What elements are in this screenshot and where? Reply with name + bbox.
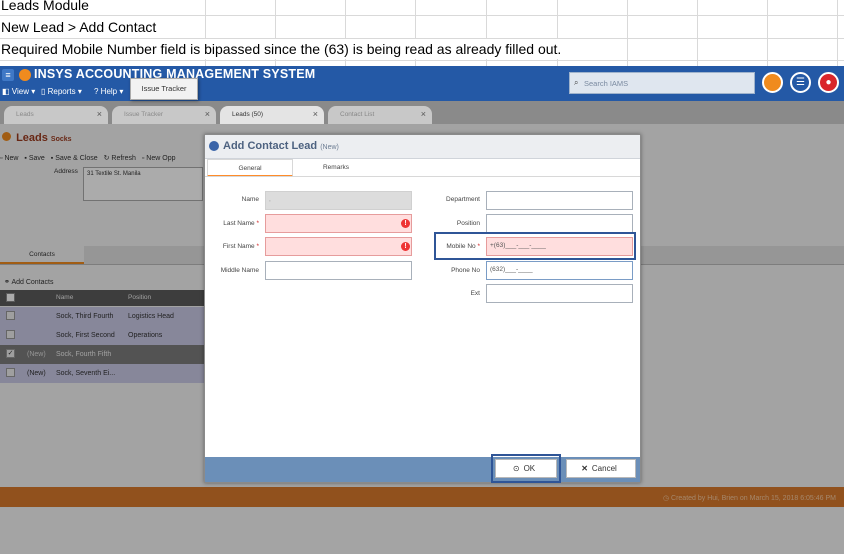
cancel-button[interactable]: ✕ Cancel xyxy=(566,459,636,478)
dialog-title-tag: (New) xyxy=(320,144,339,151)
close-icon[interactable]: × xyxy=(205,109,210,119)
error-icon: ! xyxy=(401,219,410,228)
ok-button[interactable]: ⊙ OK xyxy=(495,459,557,478)
check-circle-icon: ⊙ xyxy=(512,464,520,473)
menu-view-label: View xyxy=(11,87,29,96)
search-icon: ⌕ xyxy=(574,78,579,87)
position-label: Position xyxy=(410,220,480,227)
tab-general[interactable]: General xyxy=(207,159,293,177)
search-input[interactable]: ⌕ Search IAMS xyxy=(569,72,755,94)
department-label-text: Department xyxy=(446,196,480,203)
tab-leads-50[interactable]: Leads (50) × xyxy=(220,106,324,124)
close-icon[interactable]: × xyxy=(97,109,102,119)
gridline xyxy=(0,15,844,16)
position-label-text: Position xyxy=(456,220,480,227)
name-label: Name xyxy=(189,196,259,203)
close-icon[interactable]: × xyxy=(421,109,426,119)
issue-tracker-tooltip: Issue Tracker xyxy=(130,78,198,100)
middle-name-label: Middle Name xyxy=(189,267,259,274)
tab-divider xyxy=(205,176,640,177)
search-placeholder: Search IAMS xyxy=(584,79,629,88)
tab-label: Issue Tracker xyxy=(124,111,164,118)
gridline xyxy=(0,60,844,61)
app-window: Leads Socks ▫ New ▪ Save ▪ Save & Close … xyxy=(0,66,844,554)
tab-label: Leads (50) xyxy=(232,111,264,118)
first-name-input[interactable] xyxy=(265,237,412,256)
required-mark: * xyxy=(256,243,259,250)
menu-reports[interactable]: ▯ Reports ▾ xyxy=(41,87,82,96)
position-input[interactable] xyxy=(486,214,633,233)
cancel-label: Cancel xyxy=(591,464,617,473)
first-name-label: First Name * xyxy=(189,243,259,250)
history-icon[interactable] xyxy=(762,72,783,93)
dialog-title: Add Contact Lead (New) xyxy=(223,140,339,152)
user-icon[interactable]: ● xyxy=(818,72,839,93)
mobile-no-label: Mobile No * xyxy=(410,243,480,250)
x-icon: ✕ xyxy=(581,464,588,473)
name-label-text: Name xyxy=(241,196,259,203)
ok-label: OK xyxy=(523,464,536,473)
menu-reports-label: Reports xyxy=(47,87,76,96)
cell-description[interactable]: Required Mobile Number field is bipassed… xyxy=(1,39,565,59)
cell-module[interactable]: Leads Module xyxy=(1,0,92,15)
name-field: , xyxy=(265,191,412,210)
mobile-no-label-text: Mobile No xyxy=(446,243,476,250)
cell-path[interactable]: New Lead > Add Contact xyxy=(1,17,160,37)
tab-label: Leads xyxy=(16,111,34,118)
close-icon[interactable]: × xyxy=(313,109,318,119)
menu-help[interactable]: ? Help ▾ xyxy=(94,87,123,96)
error-icon: ! xyxy=(401,242,410,251)
spreadsheet: Leads Module New Lead > Add Contact Requ… xyxy=(0,0,844,554)
ext-input[interactable] xyxy=(486,284,633,303)
app-header: ≡ INSYS ACCOUNTING MANAGEMENT SYSTEM ◧ V… xyxy=(0,66,844,101)
dialog-title-text: Add Contact Lead xyxy=(223,140,318,152)
phone-no-label: Phone No xyxy=(410,267,480,274)
dialog-header: Add Contact Lead (New) xyxy=(205,135,640,159)
tab-strip: Leads × Issue Tracker × Leads (50) × Con… xyxy=(0,101,844,124)
last-name-label: Last Name * xyxy=(189,220,259,227)
last-name-input[interactable] xyxy=(265,214,412,233)
add-contact-dialog: Add Contact Lead (New) General Remarks N… xyxy=(204,134,641,483)
contact-globe-icon xyxy=(209,141,219,151)
required-mark: * xyxy=(477,243,480,250)
required-mark: * xyxy=(256,220,259,227)
ext-label: Ext xyxy=(410,290,480,297)
tab-issue-tracker[interactable]: Issue Tracker × xyxy=(112,106,216,124)
tab-remarks[interactable]: Remarks xyxy=(293,159,379,177)
menu-view[interactable]: ◧ View ▾ xyxy=(2,87,35,96)
view-icon: ◧ xyxy=(2,87,12,96)
tab-label: Contact List xyxy=(340,111,375,118)
middle-name-input[interactable] xyxy=(265,261,412,280)
menu-help-label: Help xyxy=(100,87,118,96)
middle-name-label-text: Middle Name xyxy=(220,267,259,274)
tab-contact-list[interactable]: Contact List × xyxy=(328,106,432,124)
reports-icon: ▯ xyxy=(41,87,48,96)
department-label: Department xyxy=(410,196,480,203)
first-name-label-text: First Name xyxy=(222,243,255,250)
mobile-no-input[interactable]: +(63)___-___-____ xyxy=(486,237,633,256)
help-icon: ? xyxy=(94,87,101,96)
phone-no-input[interactable]: (632)___-____ xyxy=(486,261,633,280)
tab-leads[interactable]: Leads × xyxy=(4,106,108,124)
department-input[interactable] xyxy=(486,191,633,210)
hamburger-menu-icon[interactable]: ≡ xyxy=(2,69,14,81)
phone-no-label-text: Phone No xyxy=(451,267,480,274)
ext-label-text: Ext xyxy=(470,290,480,297)
app-logo-icon xyxy=(19,69,31,81)
last-name-label-text: Last Name xyxy=(223,220,255,227)
list-icon[interactable]: ☰ xyxy=(790,72,811,93)
